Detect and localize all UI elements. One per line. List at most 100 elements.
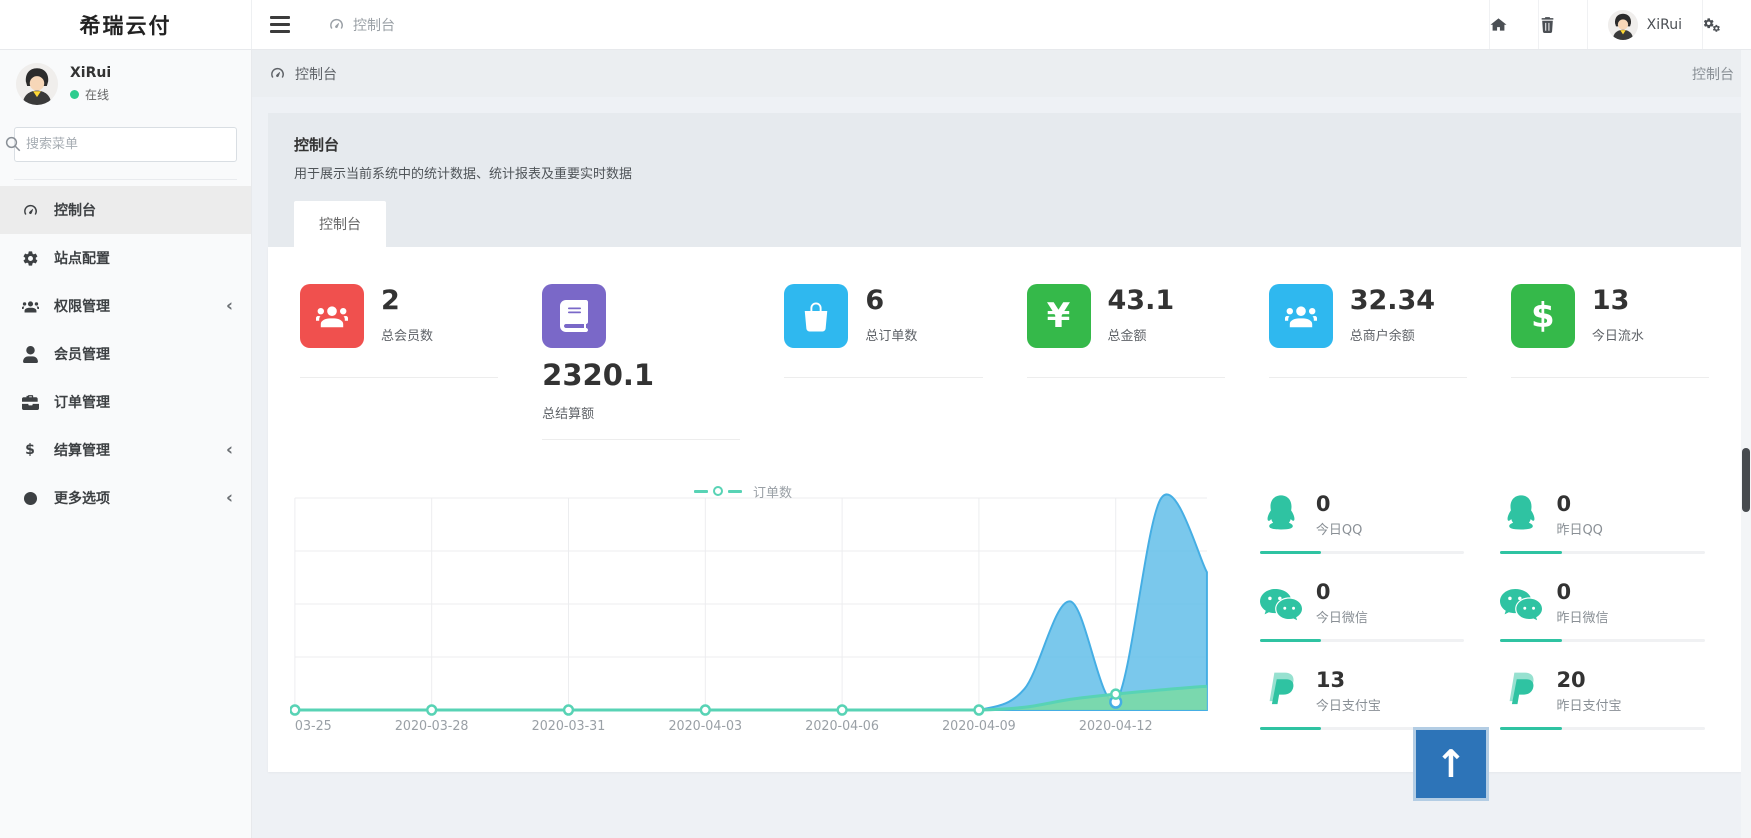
svg-text:2020-03-28: 2020-03-28 [395, 719, 469, 734]
chevron-left-icon: ‹ [226, 298, 233, 315]
channel-stat: 0 今日QQ [1260, 492, 1465, 554]
sidebar-search [14, 127, 237, 180]
stat-value: 13 [1592, 286, 1644, 316]
scrollbar-thumb[interactable] [1742, 448, 1750, 512]
sidebar-item-label: 会员管理 [54, 344, 226, 364]
stat-card: 2 总会员数 [278, 284, 520, 440]
svg-text:2020-04-09: 2020-04-09 [942, 719, 1016, 734]
topbar-user-name: XiRui [1647, 17, 1682, 33]
lower-section: 订单数 03-252020-03-282020-03-312020-04-032… [278, 486, 1731, 738]
legend-marker-icon [713, 486, 723, 496]
channel-progress-track [1260, 551, 1465, 554]
online-status-dot [70, 90, 79, 99]
channel-progress-fill [1260, 639, 1321, 642]
clear-cache-button[interactable] [1538, 0, 1587, 49]
channel-stat: 0 昨日QQ [1500, 492, 1705, 554]
channel-progress-fill [1260, 551, 1321, 554]
dollar-icon: $ [1511, 284, 1575, 348]
stat-label: 今日流水 [1592, 325, 1644, 344]
sidebar-item-label: 订单管理 [54, 392, 226, 412]
stat-card: ¥ 43.1 总金额 [1005, 284, 1247, 440]
sidebar-menu-item[interactable]: 站点配置 ‹ [0, 234, 251, 282]
book-icon [542, 284, 606, 348]
gauge-icon [18, 202, 42, 219]
sidebar-user-name: XiRui [70, 65, 111, 81]
sidebar-item-label: 结算管理 [54, 440, 226, 460]
channel-stat: 13 今日支付宝 [1260, 668, 1465, 730]
users-icon [1269, 284, 1333, 348]
sidebar-avatar [16, 63, 58, 105]
channel-stats: 0 今日QQ 0 [1208, 486, 1731, 738]
channel-progress-track [1260, 639, 1465, 642]
user-icon [18, 346, 42, 363]
sidebar-menu-item[interactable]: 控制台 ‹ [0, 186, 251, 234]
sidebar-menu-item[interactable]: 更多选项 ‹ [0, 474, 251, 522]
sidebar: XiRui 在线 控制台 ‹ 站点配置 ‹ 权限管理 ‹ [0, 50, 252, 838]
topbar-user-menu[interactable]: XiRui [1587, 0, 1702, 49]
breadcrumb-dashboard[interactable]: 控制台 [269, 64, 337, 84]
sidebar-menu-item[interactable]: 订单管理 ‹ [0, 378, 251, 426]
channel-progress-track [1500, 551, 1705, 554]
channel-progress-fill [1260, 727, 1321, 730]
legend-line [694, 490, 708, 493]
svg-text:2020-04-12: 2020-04-12 [1079, 719, 1153, 734]
hamburger-icon [270, 16, 290, 33]
sidebar-menu-item[interactable]: 权限管理 ‹ [0, 282, 251, 330]
circle-icon [18, 490, 42, 507]
page-header-panel: 控制台 用于展示当前系统中的统计数据、统计报表及重要实时数据 控制台 [268, 113, 1741, 247]
svg-text:03-25: 03-25 [295, 719, 332, 734]
breadcrumb: 控制台 控制台 [252, 50, 1751, 97]
topbar-left: 控制台 [252, 0, 415, 49]
stat-divider [1511, 377, 1709, 378]
channel-value: 0 [1556, 492, 1602, 516]
channel-progress-fill [1500, 639, 1561, 642]
main-area: 控制台 控制台 控制台 用于展示当前系统中的统计数据、统计报表及重要实时数据 控… [252, 0, 1751, 772]
stat-card: 2320.1 总结算额 [520, 284, 762, 440]
users-icon [300, 284, 364, 348]
home-button[interactable] [1489, 0, 1538, 49]
topbar: 希瑞云付 控制台 XiRui [0, 0, 1751, 50]
orders-chart: 订单数 03-252020-03-282020-03-312020-04-032… [278, 486, 1208, 738]
channel-stat: 0 今日微信 [1260, 580, 1465, 642]
channel-label: 今日QQ [1316, 519, 1362, 538]
stat-label: 总金额 [1108, 325, 1175, 344]
search-icon[interactable] [4, 135, 227, 153]
sidebar-toggle-button[interactable] [252, 0, 308, 49]
channel-label: 今日微信 [1316, 607, 1368, 626]
stat-card: $ 13 今日流水 [1489, 284, 1731, 440]
yen-icon: ¥ [1027, 284, 1091, 348]
qq-icon [1260, 494, 1302, 536]
topbar-nav-dashboard[interactable]: 控制台 [308, 0, 415, 49]
stat-divider [1027, 377, 1225, 378]
paypal-icon [1260, 670, 1302, 712]
trash-icon [1539, 16, 1587, 33]
channel-label: 今日支付宝 [1316, 695, 1381, 714]
breadcrumb-current: 控制台 [1692, 64, 1734, 84]
sidebar-menu-item[interactable]: 会员管理 ‹ [0, 330, 251, 378]
page-title: 控制台 [294, 134, 1715, 155]
channel-progress-track [1500, 639, 1705, 642]
online-status-label: 在线 [85, 86, 109, 103]
chart-legend[interactable]: 订单数 [278, 482, 1208, 501]
stat-card: 32.34 总商户余额 [1247, 284, 1489, 440]
sidebar-user-status: 在线 [70, 86, 111, 103]
channel-stat: 0 昨日微信 [1500, 580, 1705, 642]
topbar-nav-label: 控制台 [353, 15, 395, 35]
legend-line [728, 490, 742, 493]
paypal-icon [1500, 670, 1542, 712]
svg-text:2020-04-03: 2020-04-03 [668, 719, 742, 734]
stat-value: 6 [865, 286, 917, 316]
tab-bar: 控制台 [294, 201, 1715, 247]
page-content: 控制台 用于展示当前系统中的统计数据、统计报表及重要实时数据 控制台 2 总会员… [252, 97, 1751, 772]
sidebar-menu-item[interactable]: $ 结算管理 ‹ [0, 426, 251, 474]
stat-label: 总会员数 [381, 325, 433, 344]
wechat-icon [1260, 582, 1302, 624]
scrollbar-track[interactable] [1741, 50, 1751, 838]
stat-divider [300, 377, 498, 378]
sidebar-item-label: 站点配置 [54, 248, 226, 268]
tab-dashboard[interactable]: 控制台 [294, 201, 386, 247]
settings-button[interactable] [1702, 0, 1751, 49]
back-to-top-button[interactable]: ↑ [1413, 727, 1489, 801]
sidebar-menu: 控制台 ‹ 站点配置 ‹ 权限管理 ‹ 会员管理 ‹ 订单管理 ‹ $ 结算管理 [0, 180, 251, 522]
channel-value: 0 [1316, 580, 1368, 604]
